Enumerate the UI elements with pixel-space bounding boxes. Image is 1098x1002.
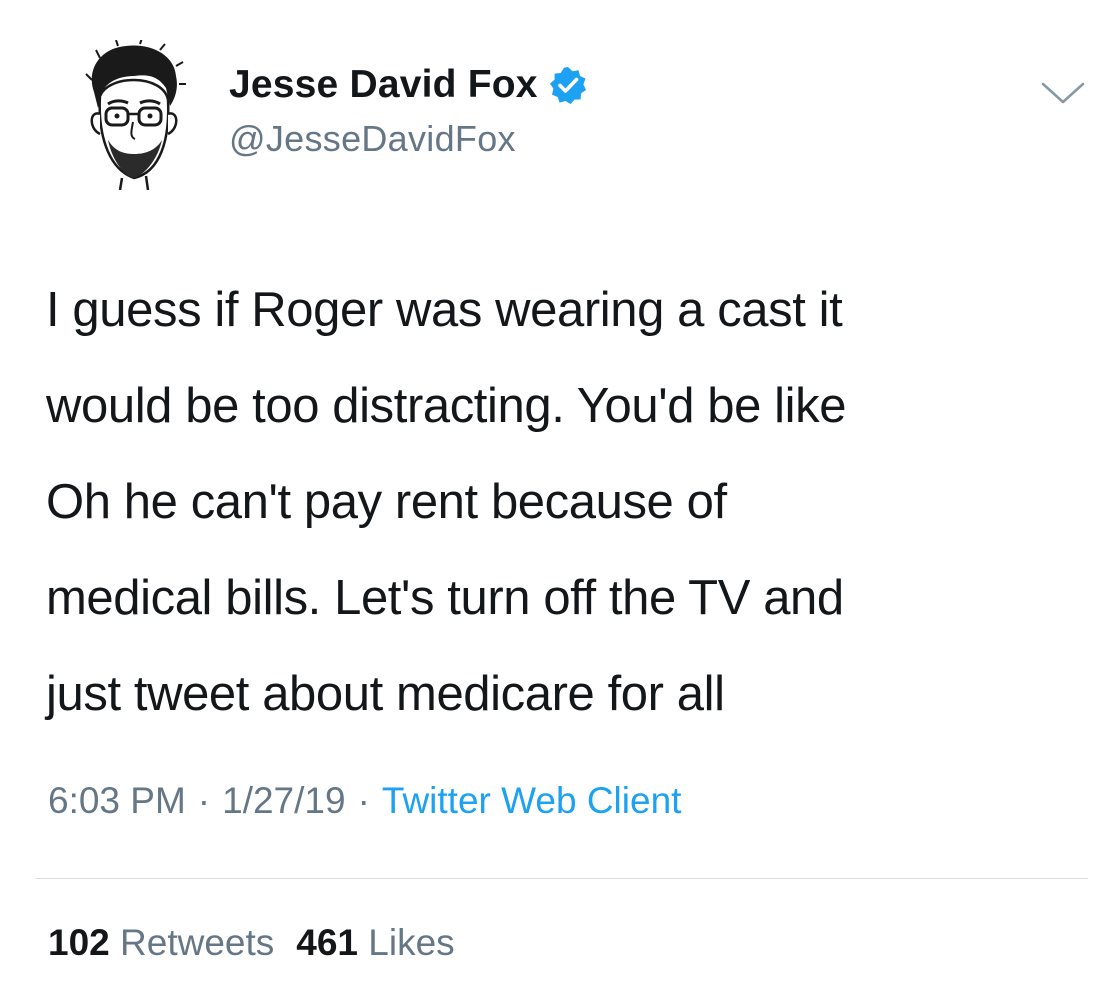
retweets-count: 102	[48, 922, 110, 963]
meta-separator: ·	[357, 780, 370, 821]
tweet-date[interactable]: 1/27/19	[222, 780, 345, 821]
tweet-meta: 6:03 PM · 1/27/19 · Twitter Web Client	[48, 780, 681, 822]
avatar[interactable]	[78, 40, 188, 190]
likes-stat[interactable]: 461 Likes	[296, 922, 454, 963]
tweet-time[interactable]: 6:03 PM	[48, 780, 186, 821]
retweets-label: Retweets	[120, 922, 275, 963]
chevron-down-icon[interactable]	[1040, 80, 1086, 106]
verified-badge-icon	[549, 67, 586, 104]
meta-separator: ·	[197, 780, 211, 821]
divider	[36, 878, 1088, 879]
likes-count: 461	[296, 922, 358, 963]
tweet-line: Oh he can't pay rent because of	[46, 475, 727, 529]
tweet-text: I guess if Roger was wearing a cast it w…	[46, 262, 1056, 742]
tweet-stats: 102 Retweets 461 Likes	[48, 922, 455, 964]
likes-label: Likes	[368, 922, 455, 963]
tweet-line: just tweet about medicare for all	[46, 667, 725, 721]
tweet-source-link[interactable]: Twitter Web Client	[382, 780, 682, 821]
author-name-row: Jesse David Fox	[229, 60, 588, 110]
tweet-line: medical bills. Let's turn off the TV and	[46, 571, 844, 625]
tweet-line: would be too distracting. You'd be like	[46, 379, 847, 433]
tweet-line: I guess if Roger was wearing a cast it	[46, 283, 843, 337]
retweets-stat[interactable]: 102 Retweets	[48, 922, 274, 963]
display-name[interactable]: Jesse David Fox	[229, 63, 538, 107]
handle[interactable]: @JesseDavidFox	[229, 118, 516, 160]
